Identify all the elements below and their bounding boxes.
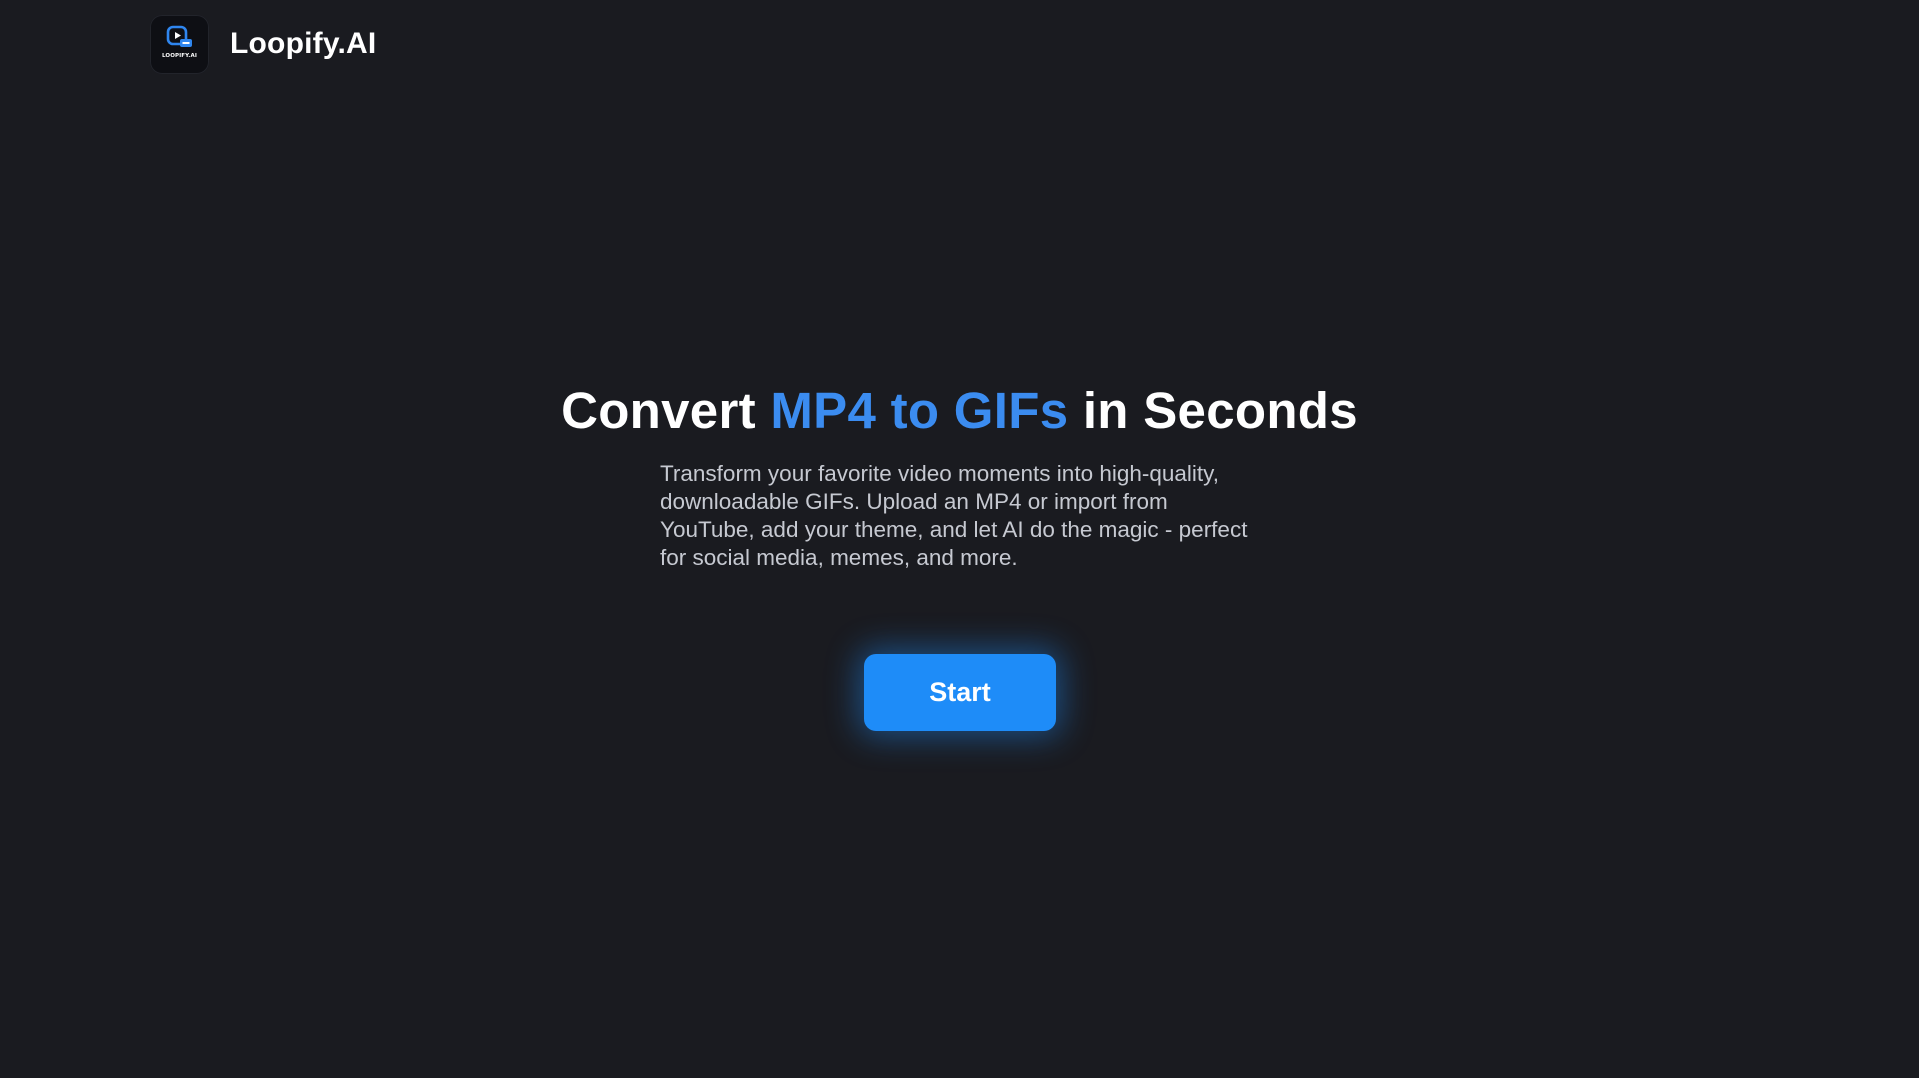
- page: LOOPIFY.AI Loopify.AI Convert MP4 to GIF…: [0, 0, 1919, 1078]
- brand-name[interactable]: Loopify.AI: [230, 27, 376, 61]
- start-button[interactable]: Start: [864, 654, 1056, 731]
- hero-title: Convert MP4 to GIFs in Seconds: [0, 380, 1919, 442]
- play-video-gif-logo-icon: [166, 25, 192, 47]
- hero-title-before: Convert: [561, 382, 771, 439]
- header: LOOPIFY.AI Loopify.AI: [150, 14, 376, 74]
- logo-caption: LOOPIFY.AI: [162, 53, 197, 59]
- hero-title-accent: MP4 to GIFs: [770, 382, 1069, 439]
- hero-title-after: in Seconds: [1068, 382, 1358, 439]
- hero-description: Transform your favorite video moments in…: [660, 461, 1248, 570]
- app-logo[interactable]: LOOPIFY.AI: [150, 14, 209, 74]
